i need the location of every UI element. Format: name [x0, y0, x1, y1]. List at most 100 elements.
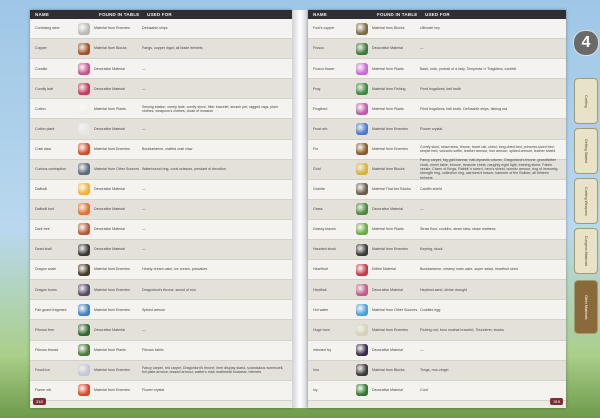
header-used: USED FOR — [147, 12, 172, 17]
material-icon — [352, 62, 372, 75]
found-in-table: Material from Enemies — [94, 388, 130, 393]
material-name: Iron — [313, 367, 320, 372]
table-row: Frog Material from Fishing Fried frogslice… — [308, 79, 566, 100]
material-name: Gold — [313, 167, 321, 171]
material-name: Grassy leaves — [313, 227, 336, 232]
material-icon-swatch — [356, 62, 368, 75]
material-icon — [74, 303, 94, 316]
table-row: Crab claw Material from Enemies Bouldarian… — [30, 139, 292, 160]
material-name: Daffodil — [35, 187, 48, 192]
used-for: Fancy carpet, red carpet, Dragonlord's t… — [142, 365, 284, 375]
material-name: Haunted stock — [313, 247, 336, 252]
material-icon-swatch — [356, 42, 368, 55]
material-icon-swatch — [78, 82, 90, 95]
material-icon-swatch — [78, 323, 90, 336]
material-icon — [352, 364, 372, 377]
side-tab[interactable]: Dungeon Materials — [574, 228, 598, 274]
table-row: Grassy leaves Material from Plants Straw f… — [308, 219, 566, 241]
found-in-table: Decorative Material — [94, 227, 125, 232]
material-icon — [352, 384, 372, 397]
material-icon — [74, 283, 94, 296]
material-icon — [74, 183, 94, 196]
material-name: Fossil ice — [35, 367, 50, 372]
used-for: — — [420, 347, 424, 352]
found-in-table: Decorative Material — [372, 347, 403, 352]
material-icon-swatch — [78, 364, 90, 377]
table-row: Corally leaf Decorative Material — — [30, 79, 292, 100]
used-for: Fried frogslices, bell broth, Defusable … — [420, 106, 508, 111]
used-for: Waterbound ring, coral scissors, pendant… — [142, 167, 226, 171]
material-name: Fibrous thread — [35, 347, 59, 352]
found-in-table: Material from Plants — [372, 106, 404, 111]
found-in-table: Material That Are Blocks — [372, 187, 411, 192]
material-icon — [352, 22, 372, 35]
found-in-table: Decorative Material — [94, 66, 125, 71]
table-row: Dead shell Decorative Material — — [30, 240, 292, 261]
material-name: Dark tree — [35, 227, 50, 232]
used-for: Cardfin shield — [420, 187, 442, 192]
found-in-table: Material from Plants — [94, 347, 126, 352]
header-used: USED FOR — [425, 12, 450, 17]
material-icon — [352, 203, 372, 216]
material-icon-swatch — [356, 163, 368, 176]
side-tab[interactable]: Crafting — [574, 78, 598, 124]
material-name: Ivy — [313, 388, 318, 393]
material-name: Corally leaf — [35, 86, 53, 91]
material-icon — [74, 62, 94, 75]
side-tab[interactable]: Crafting Weapons — [574, 178, 598, 224]
found-in-table: Material from Plants — [94, 106, 126, 111]
material-name: Fur — [313, 146, 319, 151]
side-tab[interactable]: Other Materials — [574, 280, 598, 334]
used-for: Fishing rod, boru mcshat bracelet, Thund… — [420, 327, 504, 332]
right-table-body: Fool's copper Material from Blocks Ultimat… — [308, 19, 566, 401]
found-in-table: Material from Plants — [372, 227, 404, 232]
table-row: Confusing stew Material from Enemies Defus… — [30, 19, 292, 40]
material-icon-swatch — [356, 82, 368, 95]
material-icon — [352, 163, 372, 176]
table-row: Frosco flower Material from Plants Bask, r… — [308, 59, 566, 80]
table-row: Daffodil Decorative Material — — [30, 179, 292, 200]
material-name: Dragon scale — [35, 267, 57, 272]
page-number-right: 319 — [550, 398, 563, 405]
table-row: Dragon horns Material from Enemies Dragonl… — [30, 280, 292, 301]
table-row: Fur Material from Enemies Comfy stool, str… — [308, 139, 566, 160]
found-in-table: Decorative Material — [372, 207, 403, 212]
material-icon-swatch — [356, 263, 368, 276]
material-icon — [352, 303, 372, 316]
material-icon — [352, 42, 372, 55]
used-for: Hearty cream cake, ice cream, pancakes — [142, 267, 208, 272]
material-icon-swatch — [356, 223, 368, 236]
header-found: FOUND IN TABLE — [99, 12, 140, 17]
used-for: Coddled egg — [420, 307, 441, 312]
material-icon — [74, 82, 94, 95]
material-name: Heptfrail — [313, 287, 327, 292]
used-for: Hepthod sand, divine drought — [420, 287, 467, 292]
used-for: Spiked armour — [142, 307, 166, 312]
table-row: Daffodil bud Decorative Material — — [30, 199, 292, 220]
book-spine — [292, 10, 308, 408]
used-for: — — [142, 187, 146, 192]
material-icon — [352, 344, 372, 357]
material-icon-swatch — [78, 243, 90, 256]
material-name: Dead shell — [35, 247, 52, 252]
table-row: Huge horn Material from Enemies Fishing ro… — [308, 320, 566, 341]
table-row: Ivy Decorative Material Cord — [308, 380, 566, 401]
material-icon — [74, 384, 94, 397]
material-icon-swatch — [78, 344, 90, 357]
found-in-table: Material from Blocks — [372, 167, 405, 171]
material-icon — [352, 143, 372, 156]
material-icon — [74, 42, 94, 55]
material-icon-swatch — [356, 123, 368, 136]
chapter-badge: 4 — [573, 30, 599, 56]
used-for: Flower crystal — [142, 388, 165, 393]
left-table-body: Confusing stew Material from Enemies Defus… — [30, 19, 292, 401]
found-in-table: Decorative Material — [372, 287, 403, 292]
found-in-table: Material from Enemies — [94, 307, 130, 312]
material-icon — [352, 223, 372, 236]
material-name: Flame orb — [35, 388, 52, 393]
found-in-table: Material from Enemies — [372, 247, 408, 252]
material-icon — [352, 263, 372, 276]
material-icon — [74, 323, 94, 336]
material-icon — [352, 82, 372, 95]
side-tab[interactable]: Getting Started — [574, 128, 598, 174]
